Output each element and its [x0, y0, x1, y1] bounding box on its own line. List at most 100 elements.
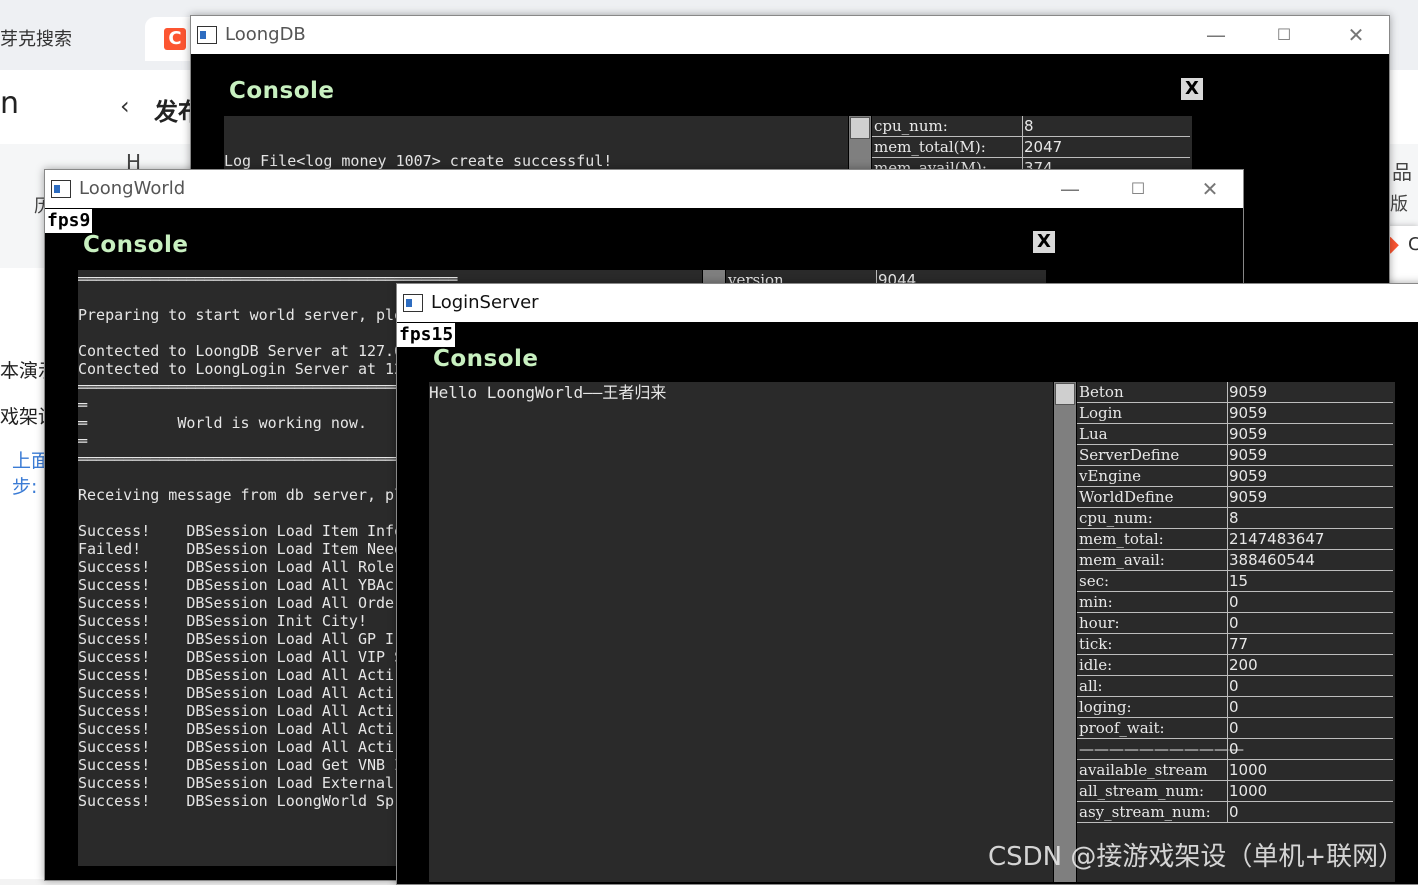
stat-divider [1022, 137, 1023, 157]
stat-divider [1022, 116, 1023, 136]
stat-row: asy_stream_num: 0 [1077, 802, 1393, 823]
close-icon[interactable]: ✕ [1187, 176, 1233, 202]
stat-key: cpu_num: [874, 117, 948, 135]
stat-divider [1227, 739, 1228, 759]
header-glyph: n [0, 86, 20, 121]
chevron-left-icon[interactable]: ‹ [120, 92, 130, 120]
stat-value: 200 [1229, 656, 1258, 674]
log-panel: Hello LoongWorld——王者归来 [429, 382, 1053, 882]
stat-value: 1000 [1229, 761, 1268, 779]
stat-row: Beton 9059 [1077, 382, 1393, 403]
stat-key: ServerDefine [1079, 446, 1180, 464]
stat-key: available_stream [1079, 761, 1208, 779]
stat-row: mem_total(M): 2047 [872, 137, 1190, 158]
fps-counter: fps15 [397, 323, 456, 347]
article-text-4: 步: [12, 476, 38, 498]
stat-value: 9059 [1229, 425, 1268, 443]
stat-row: sec: 15 [1077, 571, 1393, 592]
window-title: LoginServer [431, 292, 539, 313]
close-icon[interactable]: ✕ [1333, 22, 1379, 48]
console-title: Console [433, 346, 539, 372]
stat-divider [1227, 382, 1228, 402]
stats-panel: version 9044 [726, 270, 1046, 284]
minimize-icon[interactable]: — [1047, 176, 1093, 202]
stat-key: ——————————— [1079, 740, 1244, 758]
minimize-icon[interactable]: — [1193, 22, 1239, 48]
stat-divider [876, 270, 877, 284]
stat-value: 9059 [1229, 467, 1268, 485]
world-scrollbar[interactable] [703, 270, 725, 284]
login-scrollbar[interactable] [1054, 382, 1076, 882]
loongworld-titlebar[interactable]: LoongWorld — ☐ ✕ [45, 170, 1243, 208]
fps-counter: fps9 [45, 209, 93, 233]
stat-value: 0 [1229, 740, 1239, 758]
stat-divider [1227, 781, 1228, 801]
stat-divider [1227, 529, 1228, 549]
stat-row: min: 0 [1077, 592, 1393, 613]
maximize-icon[interactable]: ☐ [1115, 176, 1161, 202]
stat-value: 0 [1229, 614, 1239, 632]
stat-divider [1227, 466, 1228, 486]
stat-row: ——————————— 0 [1077, 739, 1393, 760]
console-title: Console [83, 232, 189, 258]
console-close-button[interactable]: X [1033, 231, 1055, 253]
stat-key: tick: [1079, 635, 1113, 653]
csdn-watermark: CSDN @接游戏架设（单机+联网） [988, 842, 1405, 872]
stat-row: vEngine 9059 [1077, 466, 1393, 487]
stat-divider [1227, 802, 1228, 822]
stat-row: version 9044 [726, 270, 1044, 284]
stat-value: 15 [1229, 572, 1249, 590]
console-close-button[interactable]: X [1181, 78, 1203, 100]
stat-key: all: [1079, 677, 1103, 695]
stat-divider [1227, 571, 1228, 591]
stat-key: cpu_num: [1079, 509, 1153, 527]
scroll-thumb[interactable] [1055, 383, 1075, 405]
stat-key: hour: [1079, 614, 1120, 632]
loongdb-titlebar[interactable]: LoongDB — ☐ ✕ [191, 16, 1389, 54]
stat-row: tick: 77 [1077, 634, 1393, 655]
stat-row: loging: 0 [1077, 697, 1393, 718]
loginserver-titlebar[interactable]: LoginServer [397, 284, 1418, 322]
loginserver-window[interactable]: LoginServer fps15 Console Hello LoongWor… [396, 283, 1418, 885]
stat-key: min: [1079, 593, 1113, 611]
stat-row: all: 0 [1077, 676, 1393, 697]
stat-row: Lua 9059 [1077, 424, 1393, 445]
stat-divider [1227, 592, 1228, 612]
stat-key: WorldDefine [1079, 488, 1174, 506]
stat-row: hour: 0 [1077, 613, 1393, 634]
toolbar-fragment-4[interactable]: 版 [1390, 190, 1408, 216]
stat-key: Login [1079, 404, 1123, 422]
browser-tab-search[interactable]: 芽克搜索 [0, 18, 140, 62]
csdn-logo-icon: C [164, 28, 186, 50]
stat-row: Login 9059 [1077, 403, 1393, 424]
stat-row: ServerDefine 9059 [1077, 445, 1393, 466]
stat-divider [1227, 424, 1228, 444]
stat-value: 8 [1229, 509, 1239, 527]
stat-row: idle: 200 [1077, 655, 1393, 676]
stat-key: mem_total(M): [874, 138, 986, 156]
window-title: LoongWorld [79, 178, 186, 199]
stat-value: 0 [1229, 677, 1239, 695]
stat-value: 2147483647 [1229, 530, 1325, 548]
maximize-icon[interactable]: ☐ [1261, 22, 1307, 48]
stat-divider [1227, 403, 1228, 423]
console-app-icon [197, 26, 217, 44]
stat-key: version [728, 271, 784, 284]
stat-key: all_stream_num: [1079, 782, 1205, 800]
stat-value: 0 [1229, 698, 1239, 716]
stat-key: loging: [1079, 698, 1132, 716]
stat-key: vEngine [1079, 467, 1142, 485]
stat-value: 388460544 [1229, 551, 1315, 569]
stat-divider [1227, 550, 1228, 570]
toolbar-fragment-3[interactable]: 品 [1392, 156, 1412, 185]
stat-value: 9044 [878, 271, 917, 284]
stat-divider [1227, 718, 1228, 738]
stat-key: mem_total: [1079, 530, 1164, 548]
stat-key: mem_avail: [1079, 551, 1165, 569]
stat-value: 77 [1229, 635, 1249, 653]
stat-row: proof_wait: 0 [1077, 718, 1393, 739]
scroll-thumb[interactable] [850, 117, 870, 139]
stat-row: WorldDefine 9059 [1077, 487, 1393, 508]
stat-divider [1227, 676, 1228, 696]
log-line: Log File<log_money_1007> create successf… [224, 152, 613, 170]
